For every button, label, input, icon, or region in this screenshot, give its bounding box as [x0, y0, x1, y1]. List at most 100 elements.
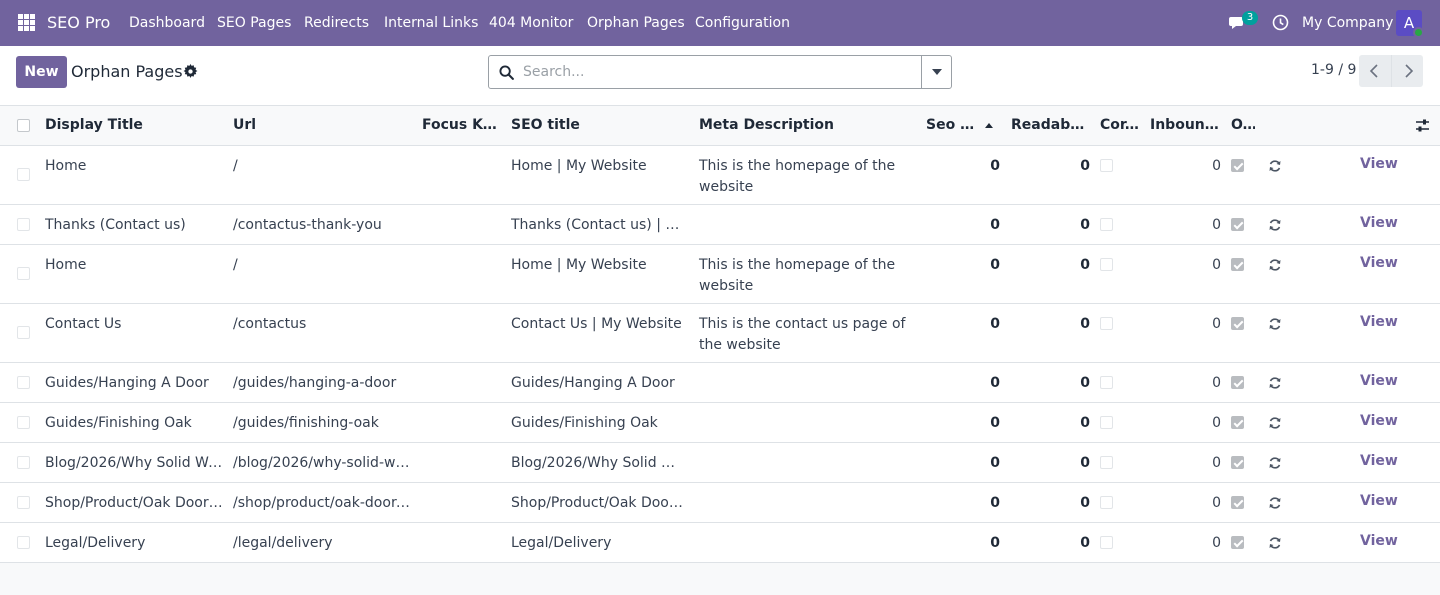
cell-seo-title: Blog/2026/Why Solid Wood [511, 455, 686, 471]
cell-seo-title: Shop/Product/Oak Door Premium [511, 495, 686, 511]
refresh-icon[interactable] [1268, 258, 1282, 272]
row-select-checkbox[interactable] [17, 376, 30, 389]
orphan-checkbox [1231, 258, 1244, 271]
column-header-meta-description[interactable]: Meta Description [699, 117, 919, 133]
cornerstone-checkbox [1100, 258, 1113, 271]
row-select-checkbox[interactable] [17, 496, 30, 509]
column-header-inbound-links[interactable]: Inbound... [1150, 117, 1220, 133]
view-button[interactable]: View [1360, 413, 1398, 429]
nav-item-orphan-pages[interactable]: Orphan Pages [587, 15, 685, 31]
cell-url: /blog/2026/why-solid-wood [233, 455, 413, 471]
cell-url: /legal/delivery [233, 535, 333, 551]
cell-inbound-links: 0 [1212, 375, 1221, 391]
view-button[interactable]: View [1360, 215, 1398, 231]
view-button[interactable]: View [1360, 156, 1398, 172]
nav-item-configuration[interactable]: Configuration [695, 15, 790, 31]
cell-seo-score: 0 [990, 535, 1000, 551]
select-all-checkbox[interactable] [17, 119, 30, 132]
cell-url: /contactus [233, 316, 307, 332]
search-icon [499, 65, 514, 80]
cell-display-title: Guides/Finishing Oak [45, 415, 192, 431]
column-header-seo-title[interactable]: SEO title [511, 117, 691, 133]
table-row[interactable]: Shop/Product/Oak Door Premium/shop/produ… [0, 483, 1440, 523]
optional-columns-icon[interactable] [1415, 118, 1430, 133]
new-button[interactable]: New [16, 56, 67, 88]
nav-item-internal-links[interactable]: Internal Links [384, 15, 478, 31]
row-select-checkbox[interactable] [17, 218, 30, 231]
refresh-icon[interactable] [1268, 159, 1282, 173]
refresh-icon[interactable] [1268, 496, 1282, 510]
view-button[interactable]: View [1360, 453, 1398, 469]
row-select-checkbox[interactable] [17, 456, 30, 469]
orphan-checkbox [1231, 416, 1244, 429]
row-select-checkbox[interactable] [17, 267, 30, 280]
refresh-icon[interactable] [1268, 456, 1282, 470]
view-button[interactable]: View [1360, 493, 1398, 509]
cell-url: / [233, 158, 238, 174]
table-header: Display Title Url Focus Key... SEO title… [0, 106, 1440, 146]
cell-display-title: Blog/2026/Why Solid Wood [45, 455, 225, 471]
app-name[interactable]: SEO Pro [47, 13, 110, 32]
cell-display-title: Thanks (Contact us) [45, 217, 186, 233]
row-select-checkbox[interactable] [17, 536, 30, 549]
row-select-checkbox[interactable] [17, 168, 30, 181]
view-button[interactable]: View [1360, 255, 1398, 271]
table-row[interactable]: Guides/Hanging A Door/guides/hanging-a-d… [0, 363, 1440, 403]
orphan-checkbox [1231, 317, 1244, 330]
search-input[interactable] [523, 58, 913, 86]
activity-clock-icon[interactable] [1272, 14, 1289, 31]
cell-seo-title: Home | My Website [511, 158, 647, 174]
pager-value[interactable]: 1-9 / 9 [1311, 62, 1356, 78]
chevron-left-icon [1369, 64, 1378, 78]
nav-item-seo-pages[interactable]: SEO Pages [217, 15, 291, 31]
pager-previous-button[interactable] [1359, 55, 1391, 87]
view-button[interactable]: View [1360, 373, 1398, 389]
cell-meta-description: This is the homepage of the website [699, 257, 896, 294]
column-header-display-title[interactable]: Display Title [45, 117, 225, 133]
table-row[interactable]: Contact Us/contactus Contact Us | My Webs… [0, 304, 1440, 363]
top-navbar: SEO Pro Dashboard SEO Pages Redirects In… [0, 0, 1440, 46]
cell-seo-score: 0 [990, 375, 1000, 391]
cell-url: /guides/finishing-oak [233, 415, 379, 431]
cell-display-title: Home [45, 257, 87, 273]
column-header-cornerstone[interactable]: Cor... [1100, 117, 1140, 133]
column-header-seo-score[interactable]: Seo Score [926, 117, 984, 133]
messages-count-badge: 3 [1242, 11, 1258, 25]
cornerstone-checkbox [1100, 496, 1113, 509]
row-select-checkbox[interactable] [17, 416, 30, 429]
cell-seo-score: 0 [990, 455, 1000, 471]
pager-next-button[interactable] [1391, 55, 1423, 87]
table-row[interactable]: Legal/Delivery/legal/delivery Legal/Deliv… [0, 523, 1440, 563]
gear-icon[interactable] [183, 64, 198, 79]
table-row[interactable]: Blog/2026/Why Solid Wood/blog/2026/why-s… [0, 443, 1440, 483]
refresh-icon[interactable] [1268, 317, 1282, 331]
table-row[interactable]: Guides/Finishing Oak/guides/finishing-oa… [0, 403, 1440, 443]
column-header-readability[interactable]: Readabili... [1011, 117, 1087, 133]
nav-item-dashboard[interactable]: Dashboard [129, 15, 205, 31]
cell-seo-title: Contact Us | My Website [511, 316, 682, 332]
company-switcher[interactable]: My Company [1302, 15, 1393, 31]
cornerstone-checkbox [1100, 536, 1113, 549]
orphan-checkbox [1231, 218, 1244, 231]
table-row[interactable]: Thanks (Contact us) /contactus-thank-you T… [0, 205, 1440, 245]
chevron-right-icon [1405, 64, 1414, 78]
nav-item-redirects[interactable]: Redirects [304, 15, 369, 31]
nav-item-404-monitor[interactable]: 404 Monitor [489, 15, 573, 31]
orphan-checkbox [1231, 376, 1244, 389]
search-options-toggle[interactable] [921, 56, 951, 88]
table-row[interactable]: Home / Home | My Website This is the homepa… [0, 245, 1440, 304]
refresh-icon[interactable] [1268, 536, 1282, 550]
column-header-orphan[interactable]: O... [1231, 117, 1255, 133]
refresh-icon[interactable] [1268, 218, 1282, 232]
refresh-icon[interactable] [1268, 416, 1282, 430]
view-button[interactable]: View [1360, 533, 1398, 549]
apps-menu-icon[interactable] [18, 14, 35, 31]
list-view: Display Title Url Focus Key... SEO title… [0, 106, 1440, 595]
row-select-checkbox[interactable] [17, 326, 30, 339]
column-header-url[interactable]: Url [233, 117, 413, 133]
cell-display-title: Shop/Product/Oak Door Premium [45, 495, 225, 511]
table-row[interactable]: Home / Home | My Website This is the homepa… [0, 146, 1440, 205]
column-header-focus-keyword[interactable]: Focus Key... [422, 117, 502, 133]
refresh-icon[interactable] [1268, 376, 1282, 390]
view-button[interactable]: View [1360, 314, 1398, 330]
